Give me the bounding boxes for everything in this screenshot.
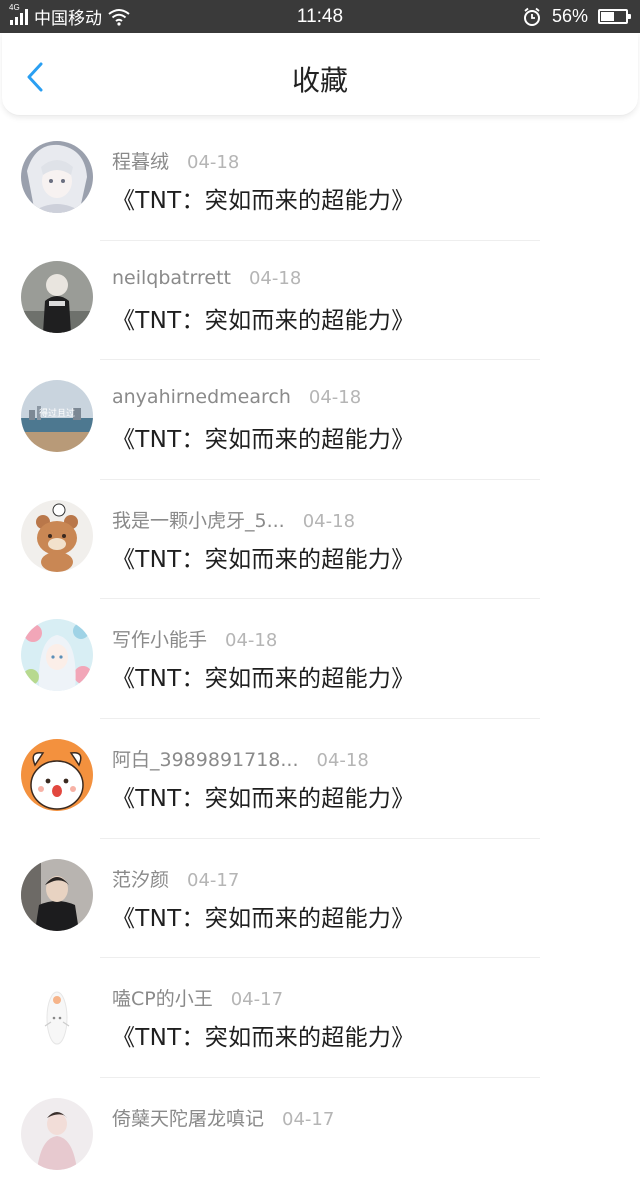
- list-item[interactable]: 得过且过 anyahirnedmearch 04-18 《TNT：突如而来的超能…: [0, 360, 640, 480]
- username[interactable]: 嗑CP的小王: [112, 984, 213, 1011]
- avatar-caption: 得过且过: [39, 407, 75, 419]
- page-header: 收藏: [2, 33, 638, 116]
- list-item[interactable]: 写作小能手 04-18 《TNT：突如而来的超能力》: [0, 599, 640, 719]
- avatar[interactable]: [21, 738, 93, 811]
- favorite-title[interactable]: 《TNT：突如而来的超能力》: [112, 301, 415, 335]
- favorite-title[interactable]: 《TNT：突如而来的超能力》: [112, 181, 415, 215]
- avatar[interactable]: [21, 619, 93, 692]
- date: 04-18: [225, 630, 278, 652]
- name-row: anyahirnedmearch 04-18: [112, 386, 361, 408]
- avatar[interactable]: [21, 858, 93, 931]
- favorite-title[interactable]: 《TNT：突如而来的超能力》: [112, 659, 415, 693]
- favorite-title[interactable]: 《TNT：突如而来的超能力》: [112, 540, 415, 574]
- avatar[interactable]: 得过且过: [21, 380, 93, 453]
- avatar[interactable]: [21, 260, 93, 333]
- network-type: 4G: [9, 2, 20, 12]
- name-row: 阿白_3989891718... 04-18: [112, 745, 369, 772]
- battery-icon: [598, 9, 631, 24]
- name-row: 嗑CP的小王 04-17: [112, 984, 283, 1011]
- name-row: 我是一颗小虎牙_5... 04-18: [112, 506, 355, 533]
- date: 04-18: [248, 267, 302, 289]
- battery-percent: 56%: [551, 6, 588, 26]
- favorite-title[interactable]: 《TNT：突如而来的超能力》: [112, 1018, 415, 1052]
- username[interactable]: anyahirnedmearch: [112, 386, 291, 408]
- favorite-title[interactable]: 《TNT：突如而来的超能力》: [112, 779, 415, 813]
- status-bar: 4G 中国移动 11:48 56%: [0, 0, 640, 33]
- date: 04-17: [187, 869, 240, 891]
- alarm-icon: [523, 7, 540, 26]
- date: 04-17: [230, 989, 284, 1011]
- date: 04-18: [308, 387, 362, 409]
- favorites-list: 程暮绒 04-18 《TNT：突如而来的超能力》 neilqbatrrett 0…: [0, 121, 640, 1197]
- list-item[interactable]: neilqbatrrett 04-18 《TNT：突如而来的超能力》: [0, 241, 640, 361]
- list-item[interactable]: 我是一颗小虎牙_5... 04-18 《TNT：突如而来的超能力》: [0, 480, 640, 600]
- list-item[interactable]: 范汐颜 04-17 《TNT：突如而来的超能力》: [0, 839, 640, 959]
- avatar[interactable]: [21, 1097, 93, 1170]
- list-item[interactable]: 阿白_3989891718... 04-18 《TNT：突如而来的超能力》: [0, 719, 640, 839]
- date: 04-18: [187, 152, 240, 173]
- status-bar-left: 4G 中国移动: [9, 0, 130, 33]
- avatar[interactable]: [21, 141, 93, 213]
- avatar[interactable]: [21, 499, 93, 572]
- name-row: 倚蘖天陀屠龙嗔记 04-17: [112, 1104, 334, 1131]
- signal-icon: 4G: [9, 3, 28, 25]
- wifi-icon: [108, 8, 130, 26]
- name-row: 程暮绒 04-18: [112, 147, 239, 174]
- date: 04-18: [302, 510, 356, 532]
- username[interactable]: 范汐颜: [112, 865, 169, 892]
- name-row: 写作小能手 04-18: [112, 625, 277, 652]
- status-bar-right: 56%: [522, 0, 631, 33]
- page-title: 收藏: [291, 64, 348, 97]
- list-item[interactable]: 程暮绒 04-18 《TNT：突如而来的超能力》: [0, 121, 640, 241]
- username[interactable]: 写作小能手: [112, 625, 207, 652]
- username[interactable]: 倚蘖天陀屠龙嗔记: [112, 1104, 264, 1131]
- avatar[interactable]: [21, 978, 93, 1051]
- username[interactable]: 程暮绒: [112, 147, 169, 174]
- username[interactable]: 我是一颗小虎牙_5...: [112, 506, 285, 533]
- list-item[interactable]: 嗑CP的小王 04-17 《TNT：突如而来的超能力》: [0, 958, 640, 1078]
- date: 04-17: [282, 1108, 335, 1130]
- date: 04-18: [316, 749, 369, 771]
- favorite-title[interactable]: 《TNT：突如而来的超能力》: [112, 899, 415, 933]
- battery-fill: [601, 12, 614, 21]
- name-row: 范汐颜 04-17: [112, 865, 239, 892]
- carrier-name: 中国移动: [34, 9, 102, 28]
- favorite-title[interactable]: 《TNT：突如而来的超能力》: [112, 420, 415, 454]
- username[interactable]: 阿白_3989891718...: [112, 745, 299, 772]
- username[interactable]: neilqbatrrett: [112, 267, 231, 289]
- name-row: neilqbatrrett 04-18: [112, 267, 301, 289]
- list-item[interactable]: 倚蘖天陀屠龙嗔记 04-17: [0, 1078, 640, 1197]
